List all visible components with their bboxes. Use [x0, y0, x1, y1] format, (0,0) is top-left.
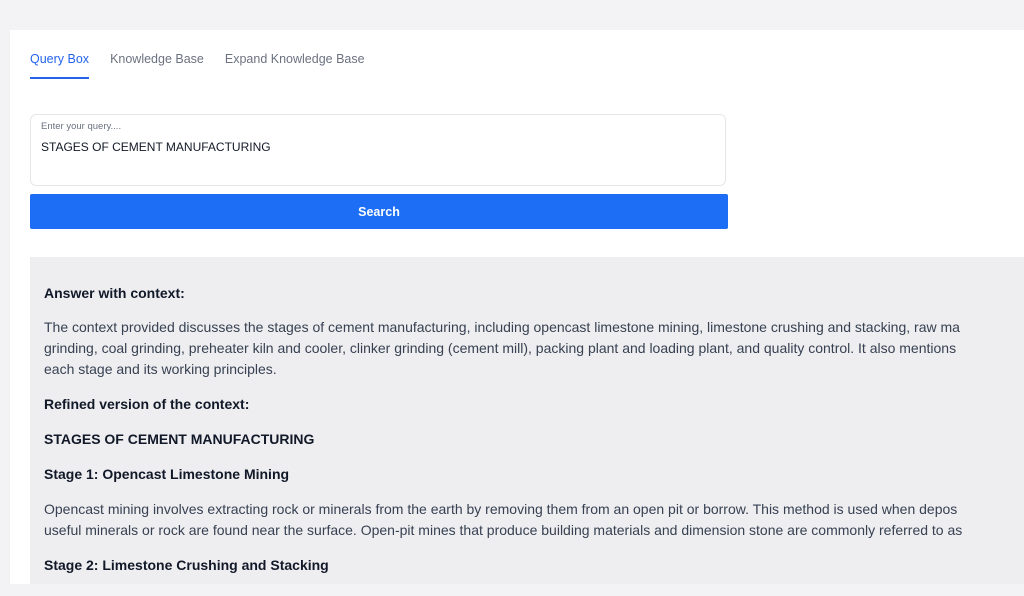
search-button[interactable]: Search — [30, 194, 728, 229]
answer-context-line: each stage and its working principles. — [44, 361, 277, 377]
stage2-heading: Stage 2: Limestone Crushing and Stacking — [44, 557, 329, 573]
stage1-text-line: useful minerals or rock are found near t… — [44, 522, 963, 538]
answer-context-line: The context provided discusses the stage… — [44, 319, 960, 335]
answer-title: STAGES OF CEMENT MANUFACTURING — [44, 431, 315, 447]
main-panel: Query Box Knowledge Base Expand Knowledg… — [10, 30, 1024, 584]
answer-context-line: grinding, coal grinding, preheater kiln … — [44, 340, 957, 356]
refined-heading: Refined version of the context: — [44, 396, 250, 412]
answer-heading: Answer with context: — [44, 285, 185, 301]
query-input[interactable] — [41, 140, 701, 154]
tab-bar: Query Box Knowledge Base Expand Knowledg… — [30, 52, 365, 79]
tab-knowledge-base[interactable]: Knowledge Base — [110, 52, 204, 79]
answer-panel: Answer with context: The context provide… — [30, 257, 1024, 584]
stage1-text-line: Opencast mining involves extracting rock… — [44, 501, 958, 517]
query-label: Enter your query.... — [41, 121, 122, 132]
tab-expand-knowledge-base[interactable]: Expand Knowledge Base — [225, 52, 365, 79]
query-box[interactable]: Enter your query.... — [30, 114, 726, 186]
tab-query-box[interactable]: Query Box — [30, 52, 90, 79]
stage1-heading: Stage 1: Opencast Limestone Mining — [44, 466, 290, 482]
